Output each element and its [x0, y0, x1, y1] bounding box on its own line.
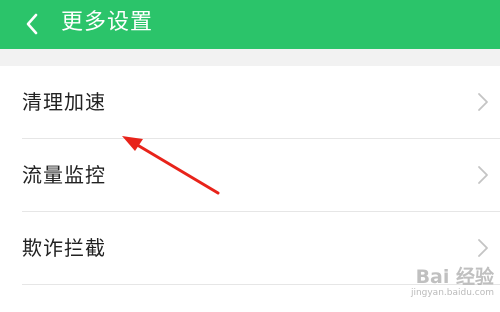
chevron-right-icon: [478, 166, 488, 184]
settings-item-label: 流量监控: [22, 163, 106, 187]
page-title: 更多设置: [61, 10, 154, 35]
settings-list: 清理加速 流量监控 欺诈拦截: [0, 66, 500, 312]
settings-item-partial[interactable]: [0, 285, 500, 312]
top-app-bar: 更多设置: [0, 0, 500, 49]
chevron-right-icon: [478, 93, 488, 111]
settings-item-fraud[interactable]: 欺诈拦截: [0, 212, 500, 284]
back-button[interactable]: [22, 12, 42, 36]
settings-item-label: 欺诈拦截: [22, 236, 106, 260]
settings-item-traffic[interactable]: 流量监控: [0, 139, 500, 211]
settings-item-label: 清理加速: [22, 90, 106, 114]
chevron-left-icon: [26, 13, 38, 35]
settings-item-cleanup[interactable]: 清理加速: [0, 66, 500, 138]
chevron-right-icon: [478, 239, 488, 257]
section-gap: [0, 49, 500, 66]
